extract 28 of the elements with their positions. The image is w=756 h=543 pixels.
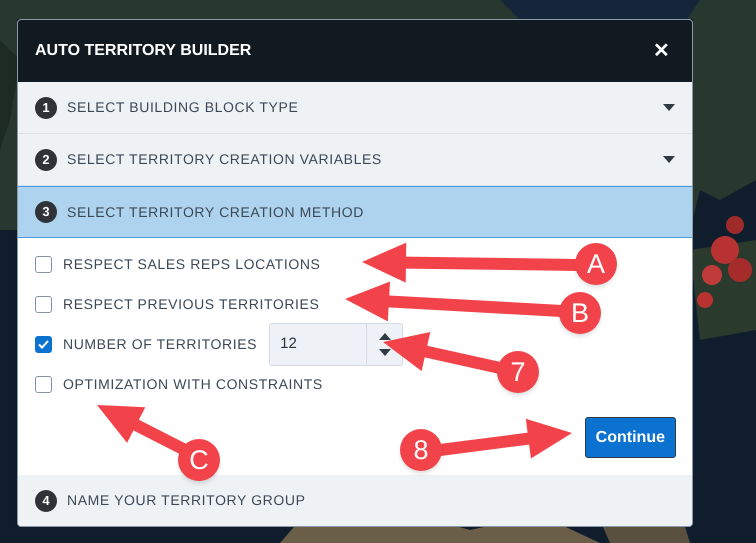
step-number: 3	[35, 201, 57, 223]
section-header[interactable]: 4 NAME YOUR TERRITORY GROUP	[18, 475, 692, 526]
section-title: NAME YOUR TERRITORY GROUP	[67, 491, 307, 510]
section-title: SELECT TERRITORY CREATION METHOD	[67, 202, 365, 222]
section-title: SELECT BUILDING BLOCK TYPE	[67, 98, 300, 117]
up-caret-icon	[378, 332, 391, 340]
step-number: 1	[35, 96, 57, 118]
continue-button[interactable]: Continue	[584, 417, 676, 458]
option-label: NUMBER OF TERRITORIES	[63, 334, 258, 354]
number-value: 12	[279, 334, 298, 354]
option-label: RESPECT PREVIOUS TERRITORIES	[63, 294, 320, 314]
checkbox[interactable]	[35, 296, 52, 312]
checkbox[interactable]	[35, 376, 52, 392]
close-button[interactable]: ✕	[653, 36, 670, 66]
active-section-header[interactable]: 3 SELECT TERRITORY CREATION METHOD	[18, 186, 692, 238]
down-caret-icon	[378, 348, 391, 356]
step-number: 4	[35, 490, 57, 512]
step-number: 2	[35, 148, 57, 170]
dialog-title: AUTO TERRITORY BUILDER	[35, 41, 252, 61]
option-label: RESPECT SALES REPS LOCATIONS	[63, 254, 320, 274]
number-field[interactable]: 12	[269, 322, 404, 366]
section-title: SELECT TERRITORY CREATION VARIABLES	[67, 150, 383, 169]
checkbox[interactable]	[35, 256, 52, 272]
section-header[interactable]: 1 SELECT BUILDING BLOCK TYPE	[18, 82, 692, 134]
section-header[interactable]: 2 SELECT TERRITORY CREATION VARIABLES	[18, 134, 692, 186]
check-icon	[38, 340, 49, 348]
option-label: OPTIMIZATION WITH CONSTRAINTS	[63, 374, 323, 394]
checkbox[interactable]	[35, 336, 52, 352]
